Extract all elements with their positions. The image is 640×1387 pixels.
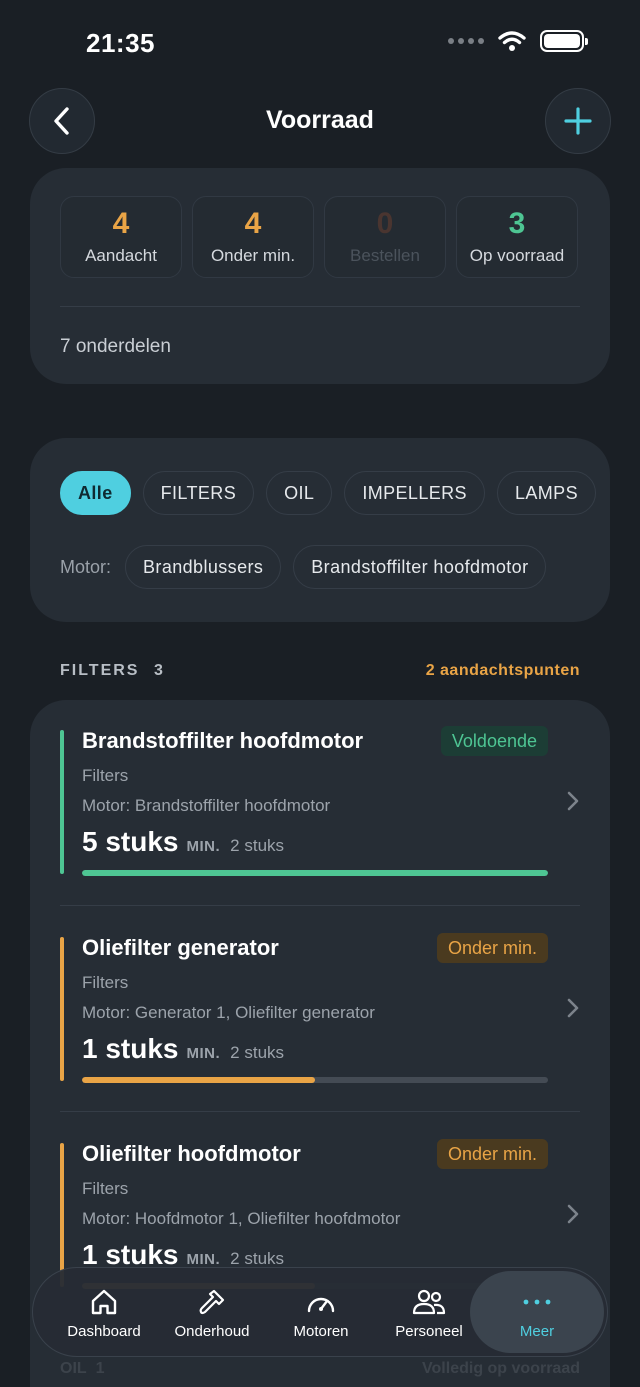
- parts-count: 7 onderdelen: [60, 336, 171, 357]
- chip-motor-brandblussers[interactable]: Brandblussers: [125, 545, 282, 589]
- chevron-right-icon: [567, 998, 579, 1018]
- people-icon: [412, 1289, 446, 1314]
- divider: [60, 306, 580, 307]
- stat-label: Bestellen: [350, 246, 420, 265]
- min-label: MIN.: [186, 838, 221, 855]
- summary-card: 4 Aandacht 4 Onder min. 0 Bestellen 3 Op…: [30, 168, 610, 384]
- plus-icon: [564, 107, 592, 135]
- tab-label: Personeel: [395, 1322, 463, 1340]
- part-category: Filters: [82, 973, 129, 992]
- list-item[interactable]: Oliefilter hoofdmotor Onder min. Filters…: [30, 1113, 610, 1289]
- stat-value: 4: [112, 207, 130, 240]
- part-name: Oliefilter generator: [82, 935, 279, 960]
- status-accent: [60, 1143, 64, 1287]
- part-motor: Motor: Brandstoffilter hoofdmotor: [82, 796, 331, 815]
- tab-label: Onderhoud: [174, 1322, 250, 1340]
- more-icon: [523, 1299, 551, 1304]
- part-name: Oliefilter hoofdmotor: [82, 1141, 301, 1166]
- status-badge: Voldoende: [440, 726, 548, 756]
- min-label: MIN.: [186, 1045, 221, 1062]
- tab-label: Dashboard: [67, 1322, 141, 1340]
- stock-progress-fill: [82, 1077, 315, 1083]
- next-section-title: OIL: [60, 1360, 87, 1377]
- stat-op-voorraad[interactable]: 3 Op voorraad: [456, 196, 578, 278]
- part-name: Brandstoffilter hoofdmotor: [82, 728, 364, 753]
- chip-alle[interactable]: Alle: [60, 471, 131, 515]
- nav-header: Voorraad: [0, 88, 640, 154]
- motor-filter-row: Motor: Brandblussers Brandstoffilter hoo…: [60, 545, 547, 589]
- part-motor: Motor: Generator 1, Oliefilter generator: [82, 1003, 375, 1022]
- chevron-right-icon: [567, 791, 579, 811]
- min-label: MIN.: [186, 1251, 221, 1268]
- stat-aandacht[interactable]: 4 Aandacht: [60, 196, 182, 278]
- item-divider: [60, 1111, 580, 1112]
- stats-row: 4 Aandacht 4 Onder min. 0 Bestellen 3 Op…: [60, 196, 578, 278]
- status-bar: 21:35: [0, 0, 640, 88]
- stock-progress: [82, 1077, 548, 1083]
- stat-value: 3: [508, 207, 526, 240]
- part-quantity: 1 stuks: [82, 1033, 179, 1064]
- tab-onderhoud[interactable]: Onderhoud: [149, 1268, 275, 1356]
- gauge-icon: [307, 1297, 335, 1312]
- chevron-right-icon: [567, 1204, 579, 1224]
- list-item[interactable]: Brandstoffilter hoofdmotor Voldoende Fil…: [30, 700, 610, 876]
- section-alert: 2 aandachtspunten: [425, 662, 580, 679]
- chip-oil[interactable]: OIL: [266, 471, 333, 515]
- next-section-note: Volledig op voorraad: [422, 1360, 580, 1377]
- category-chips: Alle FILTERS OIL IMPELLERS LAMPS: [60, 471, 596, 515]
- tab-meer[interactable]: Meer: [474, 1268, 600, 1356]
- chip-motor-brandstoffilter[interactable]: Brandstoffilter hoofdmotor: [293, 545, 547, 589]
- page-title: Voorraad: [266, 106, 374, 134]
- part-motor: Motor: Hoofdmotor 1, Oliefilter hoofdmot…: [82, 1209, 401, 1228]
- stat-onder-min[interactable]: 4 Onder min.: [192, 196, 314, 278]
- add-part-button[interactable]: [545, 88, 611, 154]
- filter-card: Alle FILTERS OIL IMPELLERS LAMPS Motor: …: [30, 438, 610, 622]
- status-badge: Onder min.: [436, 933, 548, 963]
- battery-icon: [540, 30, 588, 52]
- part-category: Filters: [82, 766, 129, 785]
- stat-label: Aandacht: [85, 246, 157, 265]
- tab-label: Meer: [519, 1322, 555, 1340]
- stat-label: Op voorraad: [469, 246, 565, 265]
- quantity-row: 5 stuks MIN. 2 stuks: [82, 826, 284, 858]
- chip-lamps[interactable]: LAMPS: [496, 471, 596, 515]
- tab-bar: Dashboard Onderhoud Motoren Personeel Me…: [32, 1267, 608, 1357]
- section-count: 3: [153, 662, 163, 679]
- stock-progress: [82, 870, 548, 876]
- stat-label: Onder min.: [210, 246, 296, 265]
- status-accent: [60, 730, 64, 874]
- chip-filters[interactable]: FILTERS: [142, 471, 255, 515]
- stat-bestellen[interactable]: 0 Bestellen: [324, 196, 446, 278]
- quantity-row: 1 stuks MIN. 2 stuks: [82, 1033, 284, 1065]
- min-value: 2 stuks: [230, 836, 285, 855]
- item-divider: [60, 905, 580, 906]
- section-header: FILTERS 3 2 aandachtspunten: [60, 662, 580, 680]
- list-item[interactable]: Oliefilter generator Onder min. Filters …: [30, 907, 610, 1083]
- section-title: FILTERS: [60, 662, 140, 679]
- tab-label: Motoren: [293, 1322, 349, 1340]
- status-accent: [60, 937, 64, 1081]
- signal-icon: [448, 38, 484, 44]
- wifi-icon: [498, 31, 526, 51]
- min-value: 2 stuks: [230, 1249, 285, 1268]
- next-section-count: 1: [95, 1360, 105, 1377]
- min-value: 2 stuks: [230, 1043, 285, 1062]
- wrench-icon: [199, 1289, 225, 1314]
- part-category: Filters: [82, 1179, 129, 1198]
- home-icon: [91, 1289, 117, 1314]
- motor-filter-label: Motor:: [60, 556, 112, 577]
- status-time: 21:35: [86, 28, 155, 58]
- stat-value: 0: [376, 207, 394, 240]
- status-badge: Onder min.: [436, 1139, 548, 1169]
- chip-impellers[interactable]: IMPELLERS: [344, 471, 485, 515]
- stock-progress-fill: [82, 870, 548, 876]
- stat-value: 4: [244, 207, 262, 240]
- status-icons: [448, 30, 588, 52]
- next-section-header: OIL 1 Volledig op voorraad: [60, 1360, 580, 1378]
- part-quantity: 5 stuks: [82, 826, 179, 857]
